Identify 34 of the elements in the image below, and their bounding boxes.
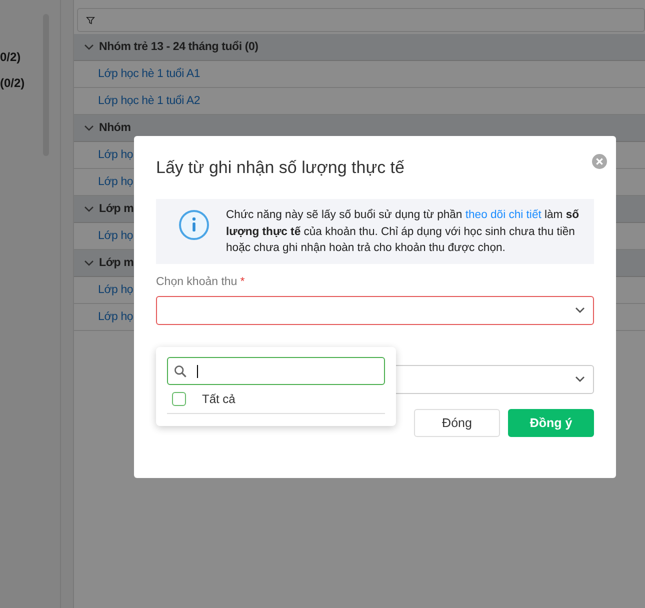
class-link[interactable]: Lớp họ (98, 230, 134, 242)
class-link[interactable]: Lớp học hè 1 tuổi A2 (98, 95, 200, 107)
dialog-button[interactable]: Đồng ý (508, 408, 594, 436)
group-title: Lớp m (99, 203, 134, 215)
group-count: (0/2) (0, 76, 25, 90)
dialog-title: Lấy từ ghi nhận số lượng thực tế (156, 158, 404, 178)
group-title: Lớp m (99, 257, 134, 269)
group-count: 0/2) (0, 50, 22, 64)
class-link[interactable]: Lớp họ (98, 284, 134, 296)
required-mark: * (240, 276, 245, 288)
close-icon[interactable] (592, 154, 607, 169)
chevron-icon (575, 376, 585, 382)
class-link[interactable]: Lớp họ (98, 311, 134, 323)
option-item[interactable]: Tất cả (167, 385, 385, 413)
class-link[interactable]: Lớp học hè 1 tuổi A1 (98, 68, 200, 80)
option-label: Tất cả (202, 392, 236, 406)
search-field[interactable] (167, 357, 385, 385)
dialog-button[interactable]: Đóng (414, 408, 500, 436)
info-text: Chức năng này sẽ lấy số buổi sử dụng từ phần theo dõi chi tiết làm số lượng thực tế của khoản thu. Chỉ áp dụng với học sinh chưa thu tiền hoặc chưa ghi nhận hoàn trả cho khoản thu được chọn. (226, 208, 580, 256)
detail-link[interactable]: theo dõi chi tiết (465, 209, 542, 221)
field-label: Chọn khoản thu * (156, 276, 246, 290)
search-icon (174, 364, 187, 378)
text-cursor (197, 364, 198, 378)
group-title: Nhóm trẻ 13 - 24 tháng tuổi (0) (99, 41, 258, 53)
select-field[interactable] (156, 296, 594, 324)
group-header[interactable]: Nhóm trẻ 13 - 24 tháng tuổi (0) (74, 34, 645, 61)
info-icon (178, 209, 210, 241)
class-link[interactable]: Lớp họ (98, 149, 134, 161)
filter-icon (86, 16, 95, 24)
checkbox[interactable] (172, 392, 186, 406)
chevron-icon (575, 307, 585, 313)
group-title: Nhóm (99, 122, 131, 134)
filter-field[interactable] (77, 8, 645, 32)
class-link[interactable]: Lớp họ (98, 176, 134, 188)
